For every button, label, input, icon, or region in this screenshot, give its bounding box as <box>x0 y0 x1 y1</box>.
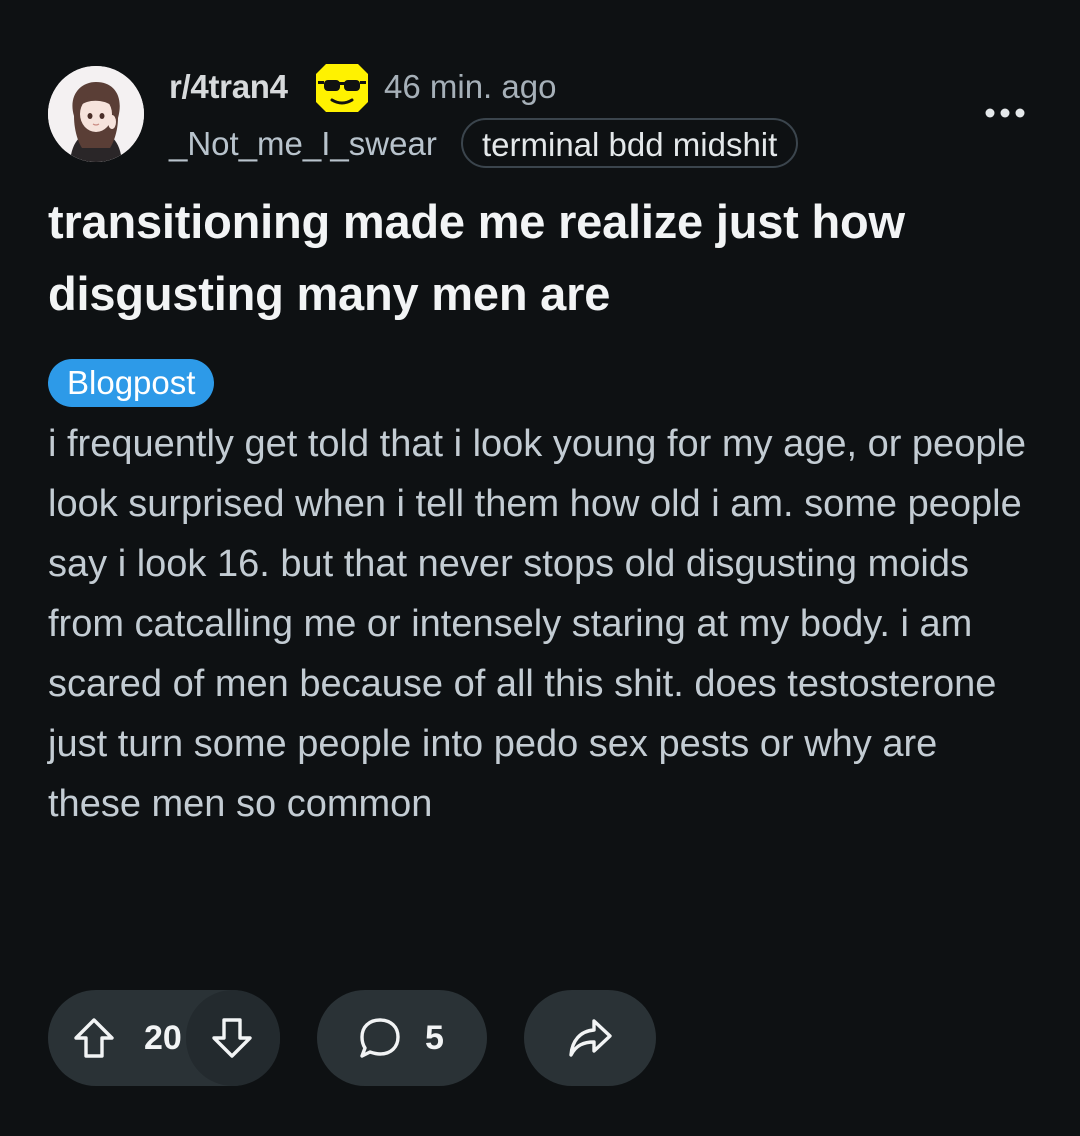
vote-count: 20 <box>144 1019 182 1057</box>
author-username[interactable]: _Not_me_I_swear <box>169 123 437 165</box>
post-timestamp: 46 min. ago <box>384 68 557 105</box>
vote-bar: 20 <box>48 990 280 1086</box>
sunglasses-face-icon[interactable] <box>312 58 372 118</box>
downvote-arrow-icon[interactable] <box>210 1016 254 1060</box>
share-button[interactable] <box>524 990 656 1086</box>
post-title[interactable]: transitioning made me realize just how d… <box>48 186 1038 330</box>
user-flair-badge: terminal bdd midshit <box>461 118 799 168</box>
comment-count: 5 <box>425 1019 444 1057</box>
comments-button[interactable]: 5 <box>317 990 487 1086</box>
comment-bubble-icon <box>357 1015 403 1061</box>
post-flair-tag[interactable]: Blogpost <box>48 359 215 407</box>
upvote-arrow-icon[interactable] <box>72 1016 116 1060</box>
share-arrow-icon <box>566 1015 614 1061</box>
anime-avatar-image <box>48 66 144 162</box>
subreddit-name[interactable]: r/4tran4 <box>169 66 288 108</box>
post-body: i frequently get told that i look young … <box>48 423 1027 825</box>
author-avatar[interactable] <box>48 66 144 162</box>
more-options-icon[interactable] <box>980 96 1030 130</box>
